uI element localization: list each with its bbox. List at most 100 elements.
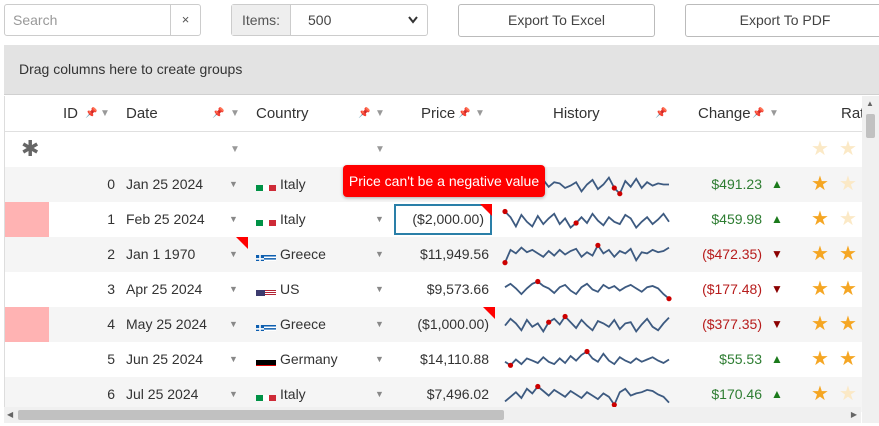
search-input[interactable] (5, 5, 170, 35)
table-row[interactable]: 4 May 25 2024 ▼ Greece ▼ ($1,000.00) ($377.35)… (5, 307, 879, 342)
star-empty-icon[interactable]: ★ (839, 202, 857, 237)
row-indicator[interactable] (5, 272, 49, 307)
cell-id[interactable]: 4 (49, 307, 115, 342)
table-row[interactable]: 5 Jun 25 2024 ▼ Germany ▼ $14,110.88 $55.53 ▲ ★ ★ (5, 342, 879, 377)
cell-change[interactable]: ($177.48) (665, 272, 762, 307)
filter-icon[interactable]: ▼ (475, 96, 485, 132)
cell-country[interactable]: Germany (256, 342, 376, 377)
star-filled-icon[interactable]: ★ (811, 167, 829, 202)
table-row[interactable]: 2 Jan 1 1970 ▼ Greece ▼ $11,949.56 ($472.35) ▼ ★… (5, 237, 879, 272)
dropdown-arrow-icon[interactable]: ▼ (375, 342, 385, 377)
price-editor[interactable]: ($2,000.00) (394, 204, 492, 235)
cell-change[interactable]: ($377.35) (665, 307, 762, 342)
cell-country[interactable]: US (256, 272, 376, 307)
dropdown-arrow-icon[interactable]: ▼ (375, 272, 385, 307)
cell-id[interactable]: 5 (49, 342, 115, 377)
column-header-id[interactable]: ID (63, 96, 78, 132)
cell-change[interactable]: ($472.35) (665, 237, 762, 272)
scrollbar-corner (862, 407, 879, 423)
cell-date[interactable]: Feb 25 2024 (126, 202, 216, 237)
filter-icon[interactable]: ▼ (769, 96, 779, 132)
star-empty-icon[interactable]: ★ (839, 132, 857, 167)
star-filled-icon[interactable]: ★ (839, 342, 857, 377)
star-filled-icon[interactable]: ★ (839, 237, 857, 272)
group-panel[interactable]: Drag columns here to create groups (4, 45, 879, 95)
scroll-right-icon[interactable]: ▶ (851, 410, 857, 419)
cell-id[interactable]: 1 (49, 202, 115, 237)
table-row[interactable]: 3 Apr 25 2024 ▼ US ▼ $9,573.66 ($177.48) ▼ ★ ★ (5, 272, 879, 307)
pin-icon[interactable]: 📌 (752, 96, 764, 132)
horizontal-scroll-thumb[interactable] (18, 410, 504, 420)
star-filled-icon[interactable]: ★ (811, 237, 829, 272)
star-filled-icon[interactable]: ★ (811, 307, 829, 342)
dropdown-arrow-icon[interactable]: ▼ (229, 272, 239, 307)
star-filled-icon[interactable]: ★ (811, 202, 829, 237)
star-filled-icon[interactable]: ★ (839, 307, 857, 342)
table-row[interactable]: 1 Feb 25 2024 ▼ Italy ▼ ($2,000.00) $459.98 ▲ ★ ★ (5, 202, 879, 237)
pin-icon[interactable]: 📌 (458, 96, 470, 132)
dropdown-arrow-icon[interactable]: ▼ (229, 167, 239, 202)
vertical-scroll-thumb[interactable] (866, 114, 875, 138)
horizontal-scrollbar[interactable]: ◀ ▶ (4, 407, 861, 423)
column-header-price[interactable]: Price (421, 96, 455, 132)
row-indicator[interactable] (5, 307, 49, 342)
column-header-date[interactable]: Date (126, 96, 158, 132)
cell-id[interactable]: 0 (49, 167, 115, 202)
dropdown-arrow-icon[interactable]: ▼ (375, 307, 385, 342)
cell-change[interactable]: $491.23 (665, 167, 762, 202)
scroll-left-icon[interactable]: ◀ (7, 410, 13, 419)
items-select[interactable]: 500 (291, 5, 427, 35)
cell-date[interactable]: Jan 25 2024 (126, 167, 216, 202)
dropdown-arrow-icon[interactable]: ▼ (229, 342, 239, 377)
cell-price[interactable]: $14,110.88 (397, 342, 489, 377)
column-header-country[interactable]: Country (256, 96, 309, 132)
export-excel-button[interactable]: Export To Excel (458, 4, 655, 37)
star-filled-icon[interactable]: ★ (811, 342, 829, 377)
dropdown-arrow-icon[interactable]: ▼ (230, 132, 240, 168)
flag-greece-icon (256, 247, 276, 261)
column-header-history[interactable]: History (553, 96, 600, 132)
cell-change[interactable]: $459.98 (665, 202, 762, 237)
cell-date[interactable]: Apr 25 2024 (126, 272, 216, 307)
dropdown-arrow-icon[interactable]: ▼ (375, 132, 385, 168)
pin-icon[interactable]: 📌 (212, 96, 224, 132)
search-clear-button[interactable]: × (170, 5, 200, 35)
cell-price[interactable]: $11,949.56 (397, 237, 489, 272)
cell-country[interactable]: Greece (256, 237, 376, 272)
star-filled-icon[interactable]: ★ (839, 272, 857, 307)
scroll-up-icon[interactable]: ▲ (866, 99, 874, 108)
row-indicator[interactable] (5, 167, 49, 202)
dropdown-arrow-icon[interactable]: ▼ (375, 202, 385, 237)
cell-change[interactable]: $55.53 (665, 342, 762, 377)
cell-id[interactable]: 2 (49, 237, 115, 272)
pin-icon[interactable]: 📌 (85, 96, 97, 132)
cell-id[interactable]: 3 (49, 272, 115, 307)
dropdown-arrow-icon[interactable]: ▼ (375, 237, 385, 272)
cell-date[interactable]: May 25 2024 (126, 307, 216, 342)
cell-country[interactable]: Greece (256, 307, 376, 342)
pin-icon[interactable]: 📌 (655, 96, 667, 132)
filter-icon[interactable]: ▼ (375, 96, 385, 132)
cell-price[interactable]: $9,573.66 (397, 272, 489, 307)
row-indicator[interactable] (5, 342, 49, 377)
cell-date[interactable]: Jan 1 1970 (126, 237, 216, 272)
flag-italy-icon (256, 387, 276, 401)
row-indicator[interactable] (5, 237, 49, 272)
column-header-change[interactable]: Change (698, 96, 751, 132)
cell-date[interactable]: Jun 25 2024 (126, 342, 216, 377)
vertical-scrollbar[interactable]: ▲ (862, 96, 879, 407)
history-sparkline (501, 342, 673, 377)
filter-icon[interactable]: ▼ (100, 96, 110, 132)
export-pdf-button[interactable]: Export To PDF (685, 4, 879, 37)
pin-icon[interactable]: 📌 (358, 96, 370, 132)
star-empty-icon[interactable]: ★ (811, 132, 829, 167)
star-filled-icon[interactable]: ★ (811, 272, 829, 307)
star-empty-icon[interactable]: ★ (839, 167, 857, 202)
cell-price[interactable]: ($1,000.00) (397, 307, 489, 342)
new-row-indicator[interactable]: ✱ (5, 132, 49, 167)
dropdown-arrow-icon[interactable]: ▼ (229, 202, 239, 237)
row-indicator[interactable] (5, 202, 49, 237)
cell-country[interactable]: Italy (256, 202, 376, 237)
filter-icon[interactable]: ▼ (230, 96, 240, 132)
dropdown-arrow-icon[interactable]: ▼ (229, 307, 239, 342)
